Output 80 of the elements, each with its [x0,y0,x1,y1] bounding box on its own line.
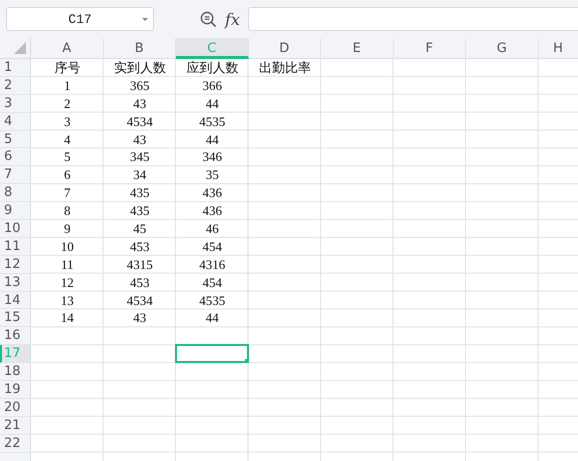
table-cell-text: 436 [202,184,223,202]
table-cell-text: 3 [63,112,72,131]
row-header[interactable]: 10 [0,220,31,238]
table-cell-text: 14 [60,309,75,328]
row-header[interactable]: 22 [0,434,31,453]
table-cell-text: 44 [204,94,220,113]
table-cell-text: 5 [63,148,72,166]
table-cell-text: 4535 [198,292,226,310]
column-header[interactable]: F [394,38,466,59]
table-cell-text: 366 [202,76,223,95]
name-box[interactable]: C17 [6,7,154,31]
row-header[interactable]: 16 [0,327,31,346]
table-cell-text: 35 [204,166,220,184]
row-header[interactable]: 6 [0,148,31,166]
table-cell-text: 4 [63,130,72,148]
column-header[interactable]: G [466,38,538,59]
row-header[interactable]: 19 [0,381,31,399]
table-cell-text: 7 [63,184,72,202]
table-cell-text: 12 [60,274,75,292]
table-cell-text: 453 [129,274,150,292]
formula-label[interactable]: fx [225,10,240,28]
row-header[interactable]: 15 [0,309,31,328]
table-cell-text: 44 [204,130,220,148]
table-cell-text: 4534 [126,112,154,131]
table-cell-text: 序号 [53,59,82,77]
row-header[interactable]: 5 [0,130,31,148]
table-cell-text: 44 [204,309,220,328]
table-cell-text: 实到人数 [112,59,167,77]
table-cell-text: 4535 [198,112,226,131]
table-cell-text: 43 [132,309,148,328]
table-cell-text: 6 [63,166,72,184]
table-cell-text: 4315 [126,256,154,274]
column-header[interactable]: A [31,38,104,59]
row-header[interactable]: 13 [0,274,31,292]
table-cell-text: 8 [63,202,72,220]
table-cell-text: 出勤比率 [258,59,312,77]
column-header[interactable]: H [538,38,578,59]
table-cell-text: 43 [132,94,148,113]
row-header[interactable]: 14 [0,292,31,310]
table-cell-text: 345 [129,148,150,166]
table-cell-text: 454 [202,238,223,256]
table-cell-text: 4316 [198,256,226,274]
table-cell-text: 4534 [126,292,154,310]
table-cell-text: 43 [132,130,148,148]
table-cell-text: 1 [63,76,72,95]
table-cell-text: 435 [129,184,150,202]
table-cell-text: 9 [63,220,72,238]
row-header[interactable]: 2 [0,76,31,95]
caret-icon [142,18,148,21]
column-header[interactable]: D [248,38,321,59]
formula-field[interactable] [248,7,578,31]
table-cell-text: 应到人数 [185,59,240,77]
row-header[interactable]: 4 [0,112,31,131]
table-cell-text: 346 [202,148,223,166]
table-cell-text: 10 [60,238,75,256]
table-cell-text: 436 [202,202,223,220]
table-cell-text: 435 [129,202,150,220]
table-cell-text: 46 [204,220,220,238]
table-cell-text: 453 [129,238,150,256]
row-header[interactable]: 18 [0,363,31,382]
table-cell-text: 45 [132,220,148,238]
row-header[interactable]: 21 [0,416,31,435]
column-header[interactable]: E [321,38,394,59]
row-header[interactable]: 3 [0,94,31,113]
selected-cell[interactable] [175,344,248,364]
table-cell-text: 2 [63,94,72,113]
row-header[interactable]: 9 [0,202,31,220]
table-cell-text: 454 [202,274,223,292]
row-header[interactable]: 12 [0,256,31,274]
table-cell-text: 365 [129,76,150,95]
table-cell-text: 11 [60,256,75,274]
table-cell-text: 13 [60,292,75,310]
table-cell-text: 34 [132,166,148,184]
row-header[interactable]: 1 [0,59,31,77]
row-header[interactable]: 8 [0,184,31,202]
column-header[interactable]: B [104,38,176,59]
row-header[interactable]: 11 [0,238,31,256]
row-header[interactable]: 7 [0,166,31,184]
row-header[interactable]: 20 [0,398,31,417]
zoom-icon[interactable] [200,10,217,28]
